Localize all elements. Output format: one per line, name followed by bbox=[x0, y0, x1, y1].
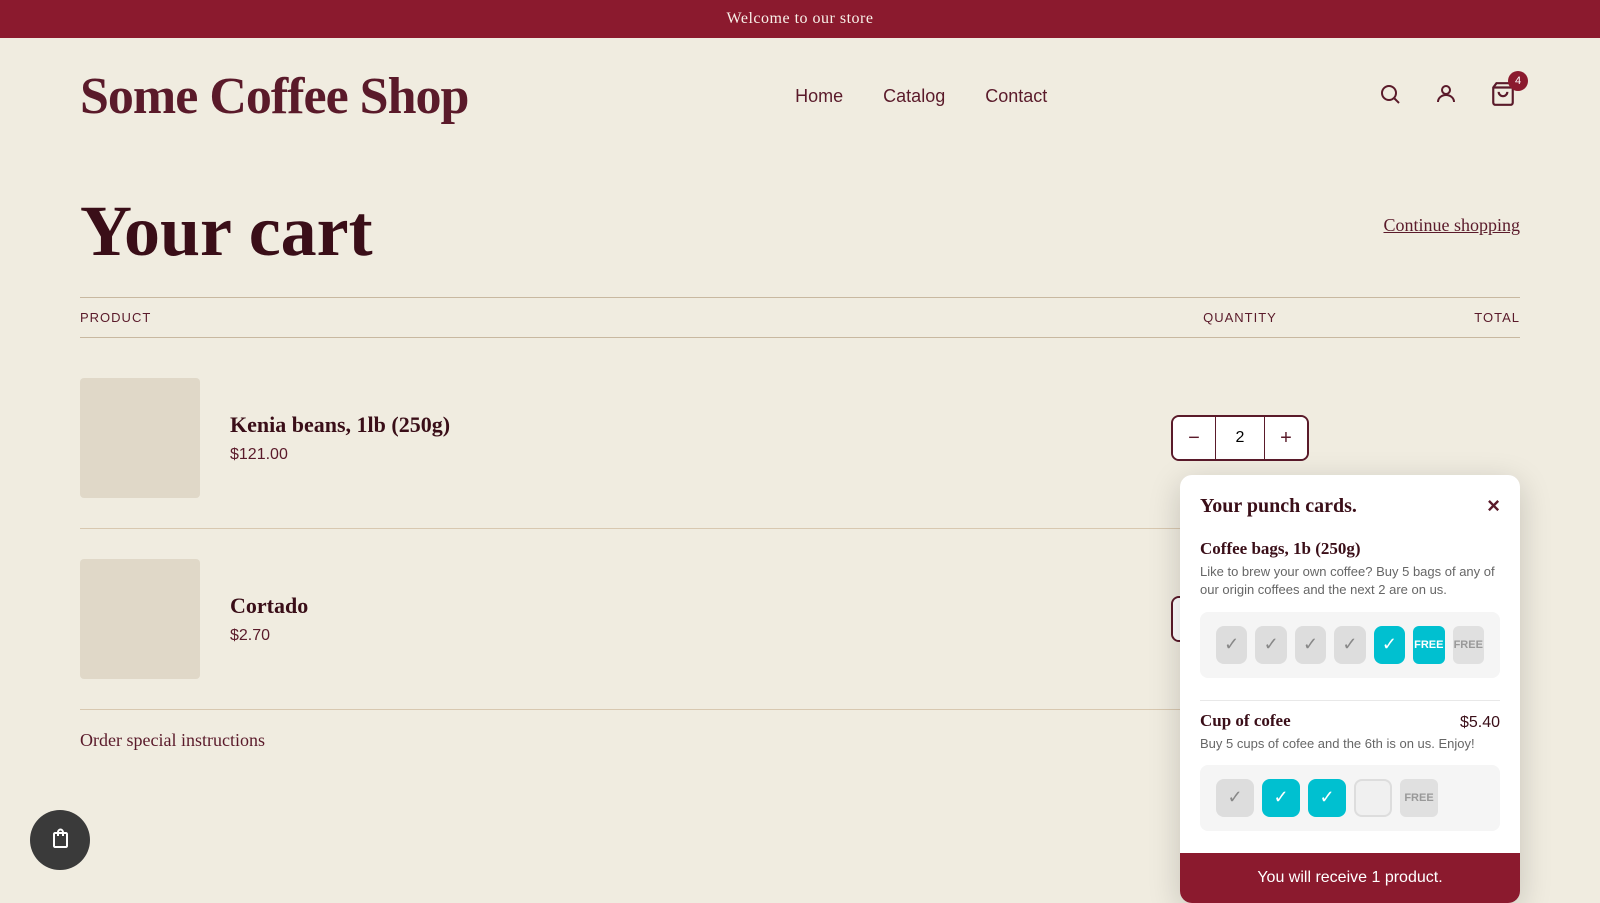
stamp-2-3: ✓ bbox=[1308, 779, 1346, 817]
header-icons: 4 bbox=[1374, 77, 1520, 117]
col-total-header: TOTAL bbox=[1340, 310, 1520, 325]
stamp-1-4: ✓ bbox=[1334, 626, 1365, 664]
banner-text: Welcome to our store bbox=[727, 10, 874, 27]
logo: Some Coffee Shop bbox=[80, 68, 468, 125]
punch-section-1-desc: Like to brew your own coffee? Buy 5 bags… bbox=[1200, 563, 1500, 599]
cart-button[interactable]: 4 bbox=[1486, 77, 1520, 117]
account-icon bbox=[1434, 82, 1458, 106]
stamp-1-2: ✓ bbox=[1255, 626, 1286, 664]
table-headers: PRODUCT QUANTITY TOTAL bbox=[80, 297, 1520, 338]
punch-section-2-desc: Buy 5 cups of cofee and the 6th is on us… bbox=[1200, 735, 1500, 753]
stamp-2-free: FREE bbox=[1400, 779, 1438, 817]
nav-catalog[interactable]: Catalog bbox=[883, 86, 945, 107]
stamp-1-free-2: FREE bbox=[1453, 626, 1484, 664]
stamp-1-free-1: FREE bbox=[1413, 626, 1444, 664]
cart-title: Your cart bbox=[80, 195, 373, 267]
punch-stamps-2: ✓ ✓ ✓ FREE bbox=[1200, 765, 1500, 831]
punch-section-2-title: Cup of cofee bbox=[1200, 711, 1291, 731]
punch-section-1-title: Coffee bags, 1b (250g) bbox=[1200, 539, 1500, 559]
qty-input-1[interactable] bbox=[1215, 417, 1265, 459]
stamp-1-5: ✓ bbox=[1374, 626, 1405, 664]
qty-decrease-1[interactable]: − bbox=[1173, 417, 1215, 459]
quantity-control-1: − + bbox=[1140, 415, 1340, 461]
search-icon bbox=[1378, 82, 1402, 106]
stamp-2-2: ✓ bbox=[1262, 779, 1300, 817]
stamp-2-4 bbox=[1354, 779, 1392, 817]
cart-header: Your cart Continue shopping bbox=[80, 195, 1520, 267]
stamp-2-1: ✓ bbox=[1216, 779, 1254, 817]
qty-box-1: − + bbox=[1171, 415, 1309, 461]
nav-contact[interactable]: Contact bbox=[985, 86, 1047, 107]
col-quantity-header: QUANTITY bbox=[1140, 310, 1340, 325]
punch-section-2: Cup of cofee $5.40 Buy 5 cups of cofee a… bbox=[1180, 701, 1520, 853]
main-content: Your cart Continue shopping PRODUCT QUAN… bbox=[0, 155, 1600, 791]
punch-section-1: Coffee bags, 1b (250g) Like to brew your… bbox=[1180, 529, 1520, 699]
item-name-1: Kenia beans, 1lb (250g) bbox=[230, 412, 1140, 438]
search-button[interactable] bbox=[1374, 78, 1406, 116]
nav-home[interactable]: Home bbox=[795, 86, 843, 107]
stamp-1-1: ✓ bbox=[1216, 626, 1247, 664]
item-info-1: Kenia beans, 1lb (250g) $121.00 bbox=[230, 412, 1140, 464]
punch-card-popup: Your punch cards. × Coffee bags, 1b (250… bbox=[1180, 475, 1520, 903]
cup-total: $5.40 bbox=[1460, 714, 1500, 732]
continue-shopping-button[interactable]: Continue shopping bbox=[1383, 215, 1520, 236]
top-banner: Welcome to our store bbox=[0, 0, 1600, 38]
popup-header: Your punch cards. × bbox=[1180, 475, 1520, 529]
order-instructions-label: Order special instructions bbox=[80, 730, 265, 750]
chat-button[interactable] bbox=[30, 810, 90, 870]
item-info-2: Cortado $2.70 bbox=[230, 593, 1140, 645]
item-price-2: $2.70 bbox=[230, 627, 1140, 645]
item-image-2 bbox=[80, 559, 200, 679]
account-button[interactable] bbox=[1430, 78, 1462, 116]
shopify-icon bbox=[44, 824, 76, 856]
col-product-header: PRODUCT bbox=[80, 310, 1140, 325]
item-name-2: Cortado bbox=[230, 593, 1140, 619]
popup-footer: You will receive 1 product. bbox=[1180, 853, 1520, 903]
qty-increase-1[interactable]: + bbox=[1265, 417, 1307, 459]
popup-title: Your punch cards. bbox=[1200, 495, 1357, 518]
header: Some Coffee Shop Home Catalog Contact 4 bbox=[0, 38, 1600, 155]
main-nav: Home Catalog Contact bbox=[795, 86, 1047, 107]
popup-footer-text: You will receive 1 product. bbox=[1257, 869, 1442, 886]
stamp-1-3: ✓ bbox=[1295, 626, 1326, 664]
item-image-1 bbox=[80, 378, 200, 498]
punch-stamps-1: ✓ ✓ ✓ ✓ ✓ FREE FREE bbox=[1200, 612, 1500, 678]
popup-close-button[interactable]: × bbox=[1487, 493, 1500, 519]
cart-badge: 4 bbox=[1508, 71, 1528, 91]
item-price-1: $121.00 bbox=[230, 446, 1140, 464]
